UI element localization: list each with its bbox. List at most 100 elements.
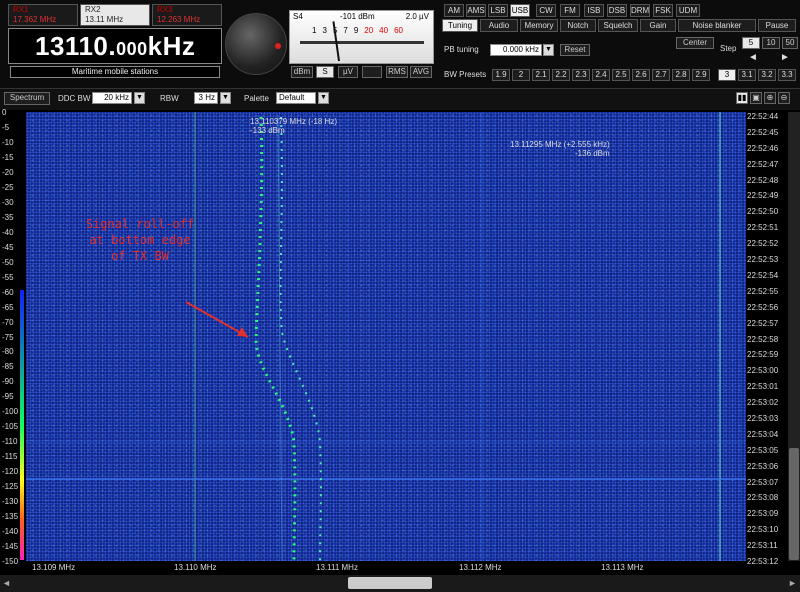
bw-preset-2-3[interactable]: 2.3: [572, 69, 590, 81]
bw-preset-2-2[interactable]: 2.2: [552, 69, 570, 81]
time-tick: 22:52:49: [747, 191, 779, 201]
center-button[interactable]: Center: [676, 37, 714, 49]
vertical-scroll-thumb[interactable]: [789, 448, 799, 560]
db-tick: -60: [2, 287, 14, 297]
bw-preset-3[interactable]: 3: [718, 69, 736, 81]
rx2-tab[interactable]: RX2 13.11 MHz: [80, 4, 150, 26]
blank-button[interactable]: [362, 66, 382, 78]
time-tick: 22:53:09: [747, 509, 779, 519]
frequency-display[interactable]: 13110.000kHz: [8, 28, 222, 64]
tab-gain[interactable]: Gain: [640, 19, 676, 32]
tab-audio[interactable]: Audio: [480, 19, 518, 32]
ddc-bw-dropdown-icon[interactable]: ▼: [134, 92, 145, 104]
waterfall-display[interactable]: 13.110379 MHz (-18 Hz) -133 dBm 13.11295…: [26, 112, 746, 561]
bw-preset-2[interactable]: 2: [512, 69, 530, 81]
bw-preset-2-5[interactable]: 2.5: [612, 69, 630, 81]
s-meter-dbm: -101 dBm: [340, 12, 375, 21]
bw-preset-2-8[interactable]: 2.8: [672, 69, 690, 81]
bw-preset-2-6[interactable]: 2.6: [632, 69, 650, 81]
scale-20: 20: [364, 26, 374, 35]
ddc-bw-select[interactable]: 20 kHz: [92, 92, 132, 104]
uv-button[interactable]: µV: [338, 66, 358, 78]
color-bar: [20, 290, 24, 560]
scroll-left-icon[interactable]: ◄: [2, 578, 11, 588]
db-tick: -10: [2, 137, 14, 147]
db-tick: -85: [2, 362, 14, 372]
bw-preset-2-9[interactable]: 2.9: [692, 69, 710, 81]
rx3-tab[interactable]: RX3 12.263 MHz: [152, 4, 222, 26]
bw-preset-3-3[interactable]: 3.3: [778, 69, 796, 81]
db-tick: -90: [2, 377, 14, 387]
step-10-button[interactable]: 10: [762, 37, 780, 49]
mode-am[interactable]: AM: [444, 4, 464, 17]
mode-dsb[interactable]: DSB: [607, 4, 627, 17]
dbm-button[interactable]: dBm: [291, 66, 313, 78]
tab-noise-blanker[interactable]: Noise blanker: [678, 19, 756, 32]
rx1-tab[interactable]: RX1 17.362 MHz: [8, 4, 78, 26]
rbw-dropdown-icon[interactable]: ▼: [220, 92, 231, 104]
mode-lsb[interactable]: LSB: [488, 4, 508, 17]
time-tick: 22:52:58: [747, 334, 779, 344]
marker1-level: -133 dBm: [250, 126, 285, 135]
rbw-select[interactable]: 3 Hz: [194, 92, 218, 104]
reset-button[interactable]: Reset: [560, 44, 590, 56]
bw-preset-2-4[interactable]: 2.4: [592, 69, 610, 81]
time-tick: 22:53:08: [747, 493, 779, 503]
zoom-out-icon[interactable]: ⊖: [778, 92, 790, 104]
tab-notch[interactable]: Notch: [560, 19, 596, 32]
palette-select[interactable]: Default: [276, 92, 316, 104]
time-tick: 22:53:01: [747, 382, 779, 392]
zoom-in-icon[interactable]: ⊕: [764, 92, 776, 104]
tab-memory[interactable]: Memory: [520, 19, 558, 32]
step-50-button[interactable]: 50: [782, 37, 798, 49]
bw-preset-2-7[interactable]: 2.7: [652, 69, 670, 81]
db-tick: -5: [2, 122, 10, 132]
mode-fsk[interactable]: FSK: [653, 4, 673, 17]
pause-button[interactable]: Pause: [758, 19, 796, 32]
step-5-button[interactable]: 5: [742, 37, 760, 49]
palette-dropdown-icon[interactable]: ▼: [318, 92, 329, 104]
save-icon[interactable]: ▣: [750, 92, 762, 104]
db-tick: -65: [2, 302, 14, 312]
bw-preset-2-1[interactable]: 2.1: [532, 69, 550, 81]
pb-tuning-input[interactable]: 0.000 kHz: [490, 44, 542, 56]
scroll-right-icon[interactable]: ►: [788, 578, 797, 588]
step-left-arrow-icon[interactable]: ◄: [748, 52, 758, 63]
mode-isb[interactable]: ISB: [584, 4, 604, 17]
tab-tuning[interactable]: Tuning: [442, 19, 478, 32]
pb-tuning-dropdown-icon[interactable]: ▼: [543, 44, 554, 56]
spectrum-button[interactable]: Spectrum: [4, 92, 50, 105]
bw-preset-3-2[interactable]: 3.2: [758, 69, 776, 81]
horizontal-scroll-thumb[interactable]: [348, 577, 432, 589]
time-tick: 22:52:57: [747, 318, 779, 328]
mode-udm[interactable]: UDM: [676, 4, 700, 17]
pause-icon[interactable]: ▮▮: [736, 92, 748, 104]
time-tick: 22:53:10: [747, 525, 779, 535]
time-tick: 22:53:00: [747, 366, 779, 376]
step-right-arrow-icon[interactable]: ►: [780, 52, 790, 63]
s-button[interactable]: S: [316, 66, 334, 78]
rms-button[interactable]: RMS: [386, 66, 408, 78]
mode-ams[interactable]: AMS: [466, 4, 486, 17]
palette-label: Palette: [244, 94, 269, 103]
tab-squelch[interactable]: Squelch: [598, 19, 638, 32]
avg-button[interactable]: AVG: [410, 66, 432, 78]
time-tick: 22:53:12: [747, 557, 779, 566]
s-meter: S4 -101 dBm 2.0 µV 13579204060: [289, 10, 434, 64]
mode-usb[interactable]: USB: [510, 4, 530, 17]
mode-fm[interactable]: FM: [560, 4, 580, 17]
db-tick: -55: [2, 272, 14, 282]
rbw-label: RBW: [160, 94, 179, 103]
mode-cw[interactable]: CW: [536, 4, 556, 17]
db-tick: -115: [2, 452, 18, 462]
db-tick: -125: [2, 482, 19, 492]
bw-preset-3-1[interactable]: 3.1: [738, 69, 756, 81]
db-tick: -110: [2, 437, 18, 447]
rx2-freq: 13.11 MHz: [85, 15, 124, 24]
mode-drm[interactable]: DRM: [630, 4, 650, 17]
time-tick: 22:53:02: [747, 398, 779, 408]
time-tick: 22:52:51: [747, 223, 779, 233]
bw-preset-1-9[interactable]: 1.9: [492, 69, 510, 81]
time-tick: 22:52:45: [747, 127, 779, 137]
db-tick: -130: [2, 497, 19, 507]
